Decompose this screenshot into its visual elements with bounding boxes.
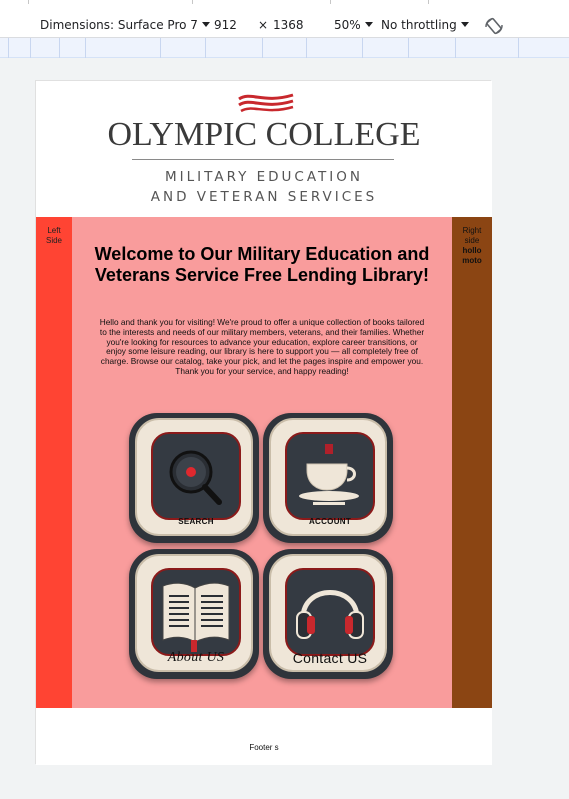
height-input[interactable]: 1368: [273, 18, 304, 32]
search-tile-button[interactable]: SEARCH: [129, 413, 259, 543]
toolbar-divider: [28, 0, 29, 4]
toolbar-divider: [192, 0, 193, 4]
dimension-times: ×: [258, 18, 269, 32]
about-us-tile-button[interactable]: About US: [129, 549, 259, 679]
account-tile-button[interactable]: ACCOUNT: [263, 413, 393, 543]
throttling-label: No throttling: [381, 18, 457, 32]
logo-divider: [132, 159, 394, 160]
logo-subtitle-2: AND VETERAN SERVICES: [150, 189, 378, 205]
tile-label: SEARCH: [178, 517, 214, 526]
footer-text: Footer s: [249, 743, 279, 752]
logo-waves-icon: [238, 93, 294, 113]
zoom-select[interactable]: 50%: [334, 18, 373, 32]
media-query-ruler[interactable]: [0, 38, 569, 58]
intro-text: Hello and thank you for visiting! We're …: [99, 317, 425, 376]
right-sidebar: Right side hollo moto: [452, 217, 492, 708]
page-title: Welcome to Our Military Education and Ve…: [94, 244, 430, 285]
zoom-label: 50%: [334, 18, 361, 32]
dimensions-label: Dimensions: Surface Pro 7: [40, 18, 198, 32]
toolbar-divider: [330, 0, 331, 4]
rotate-icon[interactable]: [484, 16, 504, 36]
logo-name: OLYMPIC COLLEGE: [107, 116, 421, 153]
site-header: OLYMPIC COLLEGE MILITARY EDUCATION AND V…: [36, 81, 492, 217]
page-viewport: OLYMPIC COLLEGE MILITARY EDUCATION AND V…: [35, 80, 492, 765]
chevron-down-icon: [364, 22, 373, 27]
device-toolbar: Dimensions: Surface Pro 7 912 × 1368 50%…: [0, 0, 569, 38]
throttling-select[interactable]: No throttling: [381, 18, 469, 32]
tile-plate: Contact US: [269, 554, 387, 672]
right-side-text: Right side: [462, 226, 482, 245]
logo-subtitle-1: MILITARY EDUCATION: [165, 169, 363, 185]
site-footer: Footer s: [36, 708, 492, 765]
tile-label: Contact US: [292, 650, 368, 666]
device-dimensions-select[interactable]: Dimensions: Surface Pro 7: [40, 18, 210, 32]
chevron-down-icon: [460, 22, 469, 27]
tile-label: About US: [167, 650, 225, 665]
tile-plate: About US: [135, 554, 253, 672]
right-side-bold: hollo moto: [462, 246, 482, 265]
left-sidebar: Left Side: [36, 217, 72, 708]
contact-us-tile-button[interactable]: Contact US: [263, 549, 393, 679]
width-input[interactable]: 912: [214, 18, 237, 32]
tile-plate: SEARCH: [135, 418, 253, 536]
tile-label: ACCOUNT: [308, 517, 352, 526]
main-content: Welcome to Our Military Education and Ve…: [72, 217, 452, 708]
left-side-text: Left Side: [45, 226, 62, 245]
chevron-down-icon: [201, 22, 210, 27]
toolbar-divider: [428, 0, 429, 4]
tile-plate: ACCOUNT: [269, 418, 387, 536]
